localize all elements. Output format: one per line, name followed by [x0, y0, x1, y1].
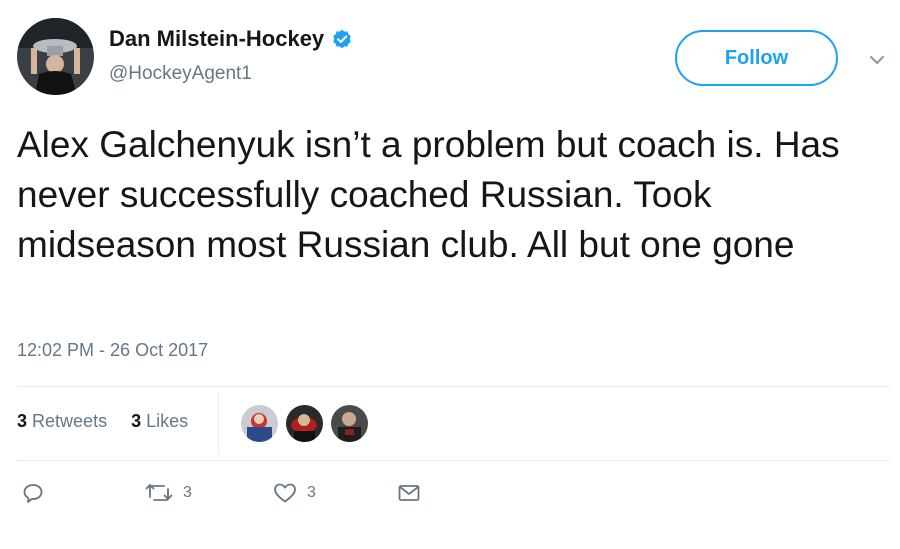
- tweet-text: Alex Galchenyuk isn’t a problem but coac…: [17, 124, 840, 265]
- liker-avatar[interactable]: [286, 405, 323, 442]
- reply-button[interactable]: [22, 482, 54, 504]
- direct-message-button[interactable]: [397, 482, 421, 504]
- display-name[interactable]: Dan Milstein-Hockey: [109, 26, 324, 52]
- heart-icon: [273, 482, 297, 504]
- likes-count[interactable]: 3: [131, 411, 141, 431]
- liker-avatar[interactable]: [331, 405, 368, 442]
- divider: [17, 386, 890, 387]
- envelope-icon: [397, 482, 421, 504]
- reply-icon: [22, 482, 44, 504]
- like-button[interactable]: 3: [273, 482, 316, 504]
- like-count: 3: [307, 484, 316, 501]
- author-name-row[interactable]: Dan Milstein-Hockey: [109, 26, 352, 52]
- retweets-count[interactable]: 3: [17, 411, 27, 431]
- engagement-stats: 3 Retweets 3 Likes: [17, 411, 188, 432]
- timestamp[interactable]: 12:02 PM - 26 Oct 2017: [17, 340, 208, 361]
- retweet-icon: [145, 482, 173, 504]
- likes-label[interactable]: Likes: [146, 411, 188, 431]
- retweet-button[interactable]: 3: [145, 482, 192, 504]
- stats-divider: [218, 393, 219, 453]
- retweets-label[interactable]: Retweets: [32, 411, 107, 431]
- liker-avatar[interactable]: [241, 405, 278, 442]
- avatar[interactable]: [17, 18, 94, 95]
- divider: [17, 460, 890, 461]
- handle[interactable]: @HockeyAgent1: [109, 63, 252, 85]
- verified-badge-icon: [332, 29, 352, 49]
- retweet-count: 3: [183, 484, 192, 501]
- chevron-down-icon[interactable]: [867, 50, 887, 70]
- follow-button[interactable]: Follow: [675, 30, 838, 86]
